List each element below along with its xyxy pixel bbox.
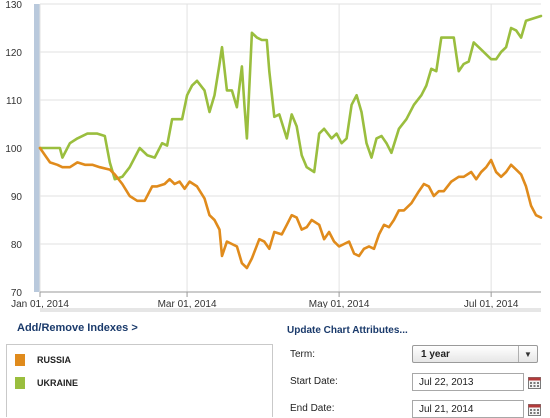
legend-label-ukraine: UKRAINE <box>37 378 79 388</box>
legend-swatch-ukraine <box>15 377 25 389</box>
start-date-input[interactable] <box>412 373 524 391</box>
end-date-input[interactable] <box>412 400 524 418</box>
calendar-icon[interactable] <box>528 376 541 389</box>
legend-swatch-russia <box>15 354 25 366</box>
timeline-scrollbar <box>40 308 541 312</box>
y-tick-label: 70 <box>11 288 23 299</box>
term-label: Term: <box>290 349 315 360</box>
term-select[interactable]: 1 year ▼ <box>412 345 538 363</box>
y-tick-label: 100 <box>5 144 22 155</box>
y-tick-label: 120 <box>5 48 22 59</box>
y-tick-label: 130 <box>5 0 22 11</box>
legend-item-ukraine[interactable]: UKRAINE <box>15 376 78 390</box>
term-select-value: 1 year <box>421 349 450 360</box>
end-date-label: End Date: <box>290 403 335 414</box>
y-tick-label: 80 <box>11 240 23 251</box>
start-date-label: Start Date: <box>290 376 338 387</box>
legend-label-russia: RUSSIA <box>37 355 72 365</box>
calendar-icon[interactable] <box>528 403 541 416</box>
legend-panel: RUSSIA UKRAINE <box>6 344 273 417</box>
chevron-down-icon: ▼ <box>518 346 537 362</box>
add-remove-indexes-link[interactable]: Add/Remove Indexes > <box>17 322 138 334</box>
legend-item-russia[interactable]: RUSSIA <box>15 353 71 367</box>
index-comparison-chart: 708090100110120130Jan 01, 2014 Mar 01, 20… <box>5 0 543 312</box>
y-tick-label: 110 <box>6 96 22 107</box>
update-chart-attributes-title: Update Chart Attributes... <box>287 325 408 336</box>
y-tick-label: 90 <box>11 192 23 203</box>
